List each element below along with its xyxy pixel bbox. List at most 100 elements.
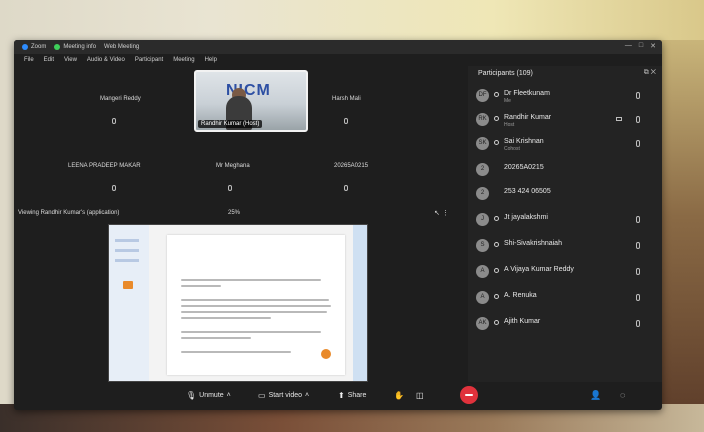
close-icon[interactable]: ✕ (650, 42, 656, 50)
person-icon[interactable]: 👤 (590, 390, 601, 401)
zoom-level[interactable]: 25% (228, 210, 240, 216)
close-panel-icon[interactable]: ✕ (651, 69, 656, 76)
avatar: J (476, 213, 489, 226)
menu-audio-video[interactable]: Audio & Video (87, 57, 125, 63)
tile-name-4: Mr Meghana (216, 163, 250, 169)
muted-mic-icon[interactable] (636, 242, 640, 249)
menu-file[interactable]: File (24, 57, 34, 63)
participant-name: Ajith Kumar (504, 318, 541, 325)
start-video-button[interactable]: ▭ Start video ˄ (258, 391, 309, 400)
reactions-button[interactable]: ✋ (394, 391, 404, 400)
chevron-up-icon[interactable]: ˄ (227, 392, 231, 399)
participant-role: Host (504, 122, 515, 128)
participant-name: A Vijaya Kumar Reddy (504, 266, 574, 273)
doc-text-line (181, 285, 221, 287)
avatar: RK (476, 113, 489, 126)
participant-name: Dr Fleetkunam (504, 90, 550, 97)
muted-mic-icon[interactable] (636, 140, 640, 147)
participant-row[interactable]: S Shi-Sivakrishnaiah (468, 236, 662, 258)
doc-text-line (181, 317, 271, 319)
muted-mic-icon[interactable] (636, 116, 640, 123)
avatar: AK (476, 317, 489, 330)
participant-name: 20265A0215 (504, 164, 544, 171)
menu-view[interactable]: View (64, 57, 77, 63)
doc-text-line (181, 331, 321, 333)
screen-share-bar: Viewing Randhir Kumar's (application) 25… (14, 208, 462, 220)
muted-mic-icon[interactable] (636, 268, 640, 275)
participant-row[interactable]: 2 253 424 06505 (468, 184, 662, 206)
avatar: A (476, 291, 489, 304)
avatar: 2 (476, 163, 489, 176)
options-icon[interactable]: ⋮ (442, 210, 449, 217)
status-icon (494, 216, 499, 221)
muted-mic-icon (112, 118, 116, 124)
muted-mic-icon[interactable] (636, 216, 640, 223)
video-icon[interactable] (616, 117, 622, 121)
avatar: 2 (476, 187, 489, 200)
participant-name: 253 424 06505 (504, 188, 551, 195)
speaker-name-label: Randhir Kumar (Host) (198, 120, 263, 128)
participant-row[interactable]: 2 20265A0215 (468, 160, 662, 182)
doc-sidebar-line (115, 239, 139, 242)
participant-row[interactable]: RK Randhir Kumar Host (468, 110, 662, 132)
panel-controls: ⧉ ✕ (644, 69, 656, 77)
participant-role: Me (504, 98, 511, 104)
chat-icon[interactable]: ◌ (620, 390, 625, 400)
doc-sidebar-line (115, 249, 139, 252)
share-screen-icon: ⬆ (338, 391, 345, 400)
tile-name-1: Mangeri Reddy (100, 96, 141, 102)
participant-row[interactable]: AK Ajith Kumar (468, 314, 662, 336)
muted-mic-icon[interactable] (636, 294, 640, 301)
participant-row[interactable]: SK Sai Krishnan Cohost (468, 134, 662, 156)
participant-row[interactable]: DF Dr Fleetkunam Me (468, 86, 662, 108)
muted-mic-icon (344, 185, 348, 191)
minimize-icon[interactable]: — (625, 42, 632, 50)
share-button[interactable]: ⬆ Share (338, 391, 366, 400)
shared-screen-content[interactable] (108, 224, 368, 382)
avatar: A (476, 265, 489, 278)
active-speaker-video[interactable]: NICM Randhir Kumar (Host) (194, 70, 308, 132)
participants-header: Participants (109) ⧉ ✕ (468, 66, 662, 82)
muted-mic-icon (344, 118, 348, 124)
apps-button[interactable]: ◫ (416, 391, 424, 400)
maximize-icon[interactable]: □ (639, 42, 643, 50)
menu-help[interactable]: Help (205, 57, 217, 63)
muted-mic-icon[interactable] (636, 92, 640, 99)
doc-sidebar-line (115, 259, 139, 262)
menu-participant[interactable]: Participant (135, 57, 163, 63)
end-call-button[interactable] (460, 386, 478, 404)
menubar: File Edit View Audio & Video Participant… (14, 54, 454, 66)
video-icon: ▭ (258, 391, 266, 400)
participants-panel: Participants (109) ⧉ ✕ DF Dr Fleetkunam … (468, 66, 662, 382)
menu-edit[interactable]: Edit (44, 57, 54, 63)
pointer-icon[interactable]: ↖ (434, 210, 440, 217)
muted-mic-icon[interactable] (636, 320, 640, 327)
participant-name: A. Renuka (504, 292, 537, 299)
doc-text-line (181, 299, 329, 301)
doc-text-line (181, 351, 291, 353)
share-view-options[interactable]: ↖ ⋮ (434, 209, 449, 217)
participant-row[interactable]: J Jt jayalakshmi (468, 210, 662, 232)
participant-name: Sai Krishnan (504, 138, 544, 145)
popout-icon[interactable]: ⧉ (644, 69, 649, 76)
phone-icon (494, 242, 499, 247)
chevron-up-icon[interactable]: ˄ (305, 392, 309, 399)
phone-icon (494, 294, 499, 299)
participant-row[interactable]: A A Vijaya Kumar Reddy (468, 262, 662, 284)
avatar: S (476, 239, 489, 252)
doc-text-line (181, 337, 251, 339)
participant-row[interactable]: A A. Renuka (468, 288, 662, 310)
menu-meeting[interactable]: Meeting (173, 57, 194, 63)
unmute-button[interactable]: 🎙 Unmute ˄ (186, 391, 231, 400)
mic-icon: 🎙 (186, 391, 197, 400)
meeting-info-button[interactable]: Meeting info (54, 44, 96, 50)
hand-icon: ✋ (394, 391, 404, 400)
share-viewing-label: Viewing Randhir Kumar's (application) (18, 210, 120, 216)
doc-orange-block (123, 281, 133, 289)
participant-name: Shi-Sivakrishnaiah (504, 240, 562, 247)
muted-mic-icon (112, 185, 116, 191)
meeting-tab[interactable]: Web Meeting (104, 44, 139, 50)
phone-icon (494, 320, 499, 325)
participant-name: Randhir Kumar (504, 114, 552, 121)
panel-footer: 👤 ◌ (574, 382, 662, 410)
